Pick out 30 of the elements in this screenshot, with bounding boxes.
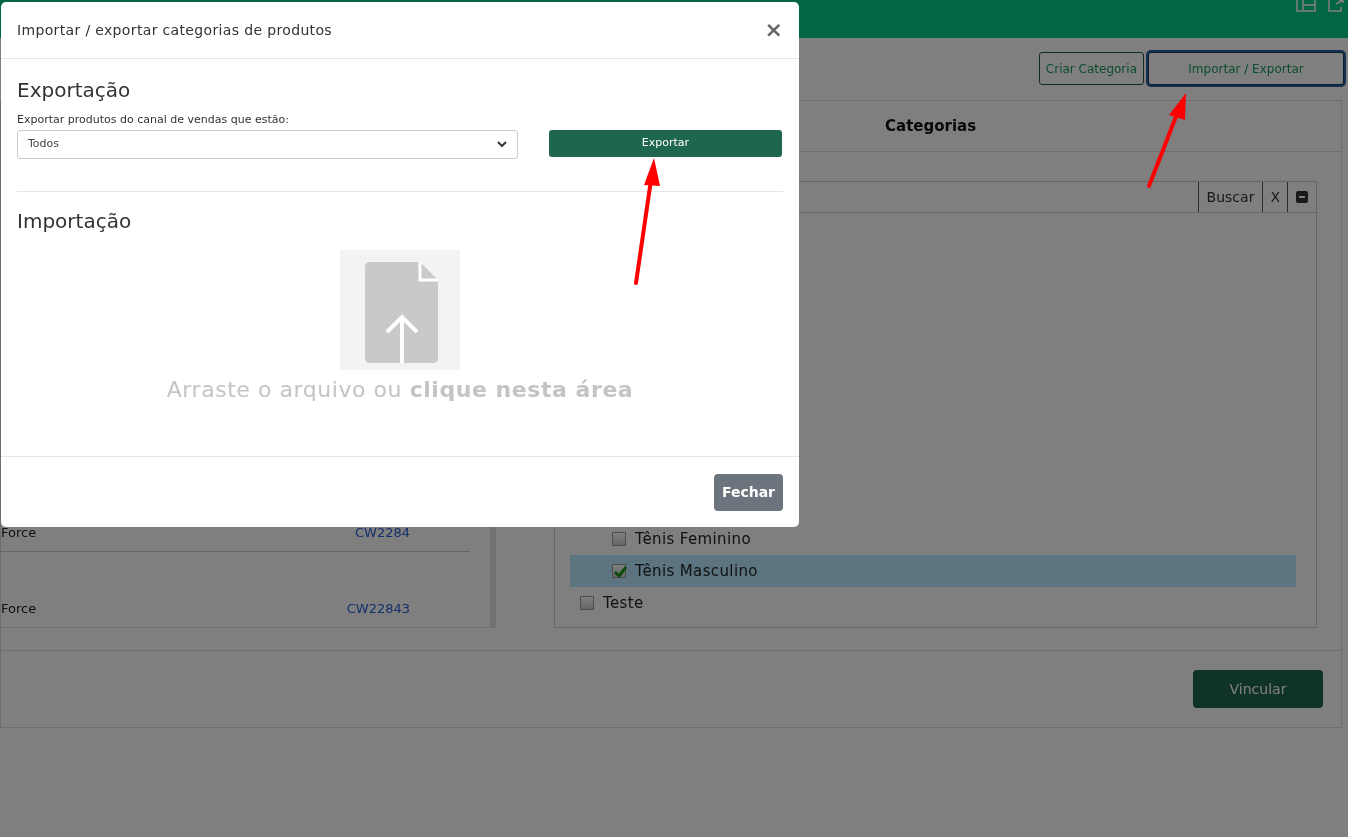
link-button[interactable]: Vincular (1193, 670, 1323, 708)
checkbox[interactable] (580, 596, 594, 610)
section-heading: Exportação (17, 77, 132, 104)
tree-item[interactable]: Tênis Masculino (570, 555, 1296, 587)
dropzone-text: Arraste o arquivo ou clique nesta área (166, 375, 634, 404)
chevron-down-icon (497, 141, 507, 147)
close-button[interactable]: × (764, 19, 783, 41)
select-label: Exportar produtos do canal de vendas que estão: (17, 112, 290, 128)
modal-title: Importar / exportar categorias de produtos (17, 20, 332, 40)
upload-file-icon (340, 249, 460, 370)
select-field[interactable]: Todos (17, 129, 518, 159)
product-name: Force (1, 599, 38, 618)
tree-item[interactable]: Tênis Feminino (570, 523, 1296, 555)
checkbox[interactable] (612, 532, 626, 546)
clear-button[interactable]: X (1262, 182, 1287, 212)
product-code-link[interactable]: CW2284 (355, 523, 410, 543)
search-button[interactable]: Buscar (1197, 182, 1263, 212)
section-heading: Importação (17, 207, 133, 235)
export-button[interactable]: Exportar (549, 129, 782, 157)
categories-title: Categorias (885, 115, 977, 137)
close-button[interactable]: Fechar (713, 473, 783, 511)
exit-icon[interactable] (1328, 0, 1344, 12)
product-name: Force (1, 524, 38, 543)
toolbar-button[interactable]: Criar Categoria (1038, 52, 1144, 85)
checkbox[interactable] (612, 564, 626, 578)
tree-item[interactable]: Teste (570, 587, 1296, 619)
minus-icon (1296, 191, 1308, 203)
product-code-link[interactable]: CW22843 (346, 598, 410, 619)
layout-icon[interactable] (1296, 0, 1316, 12)
toolbar-button[interactable]: Importar / Exportar (1148, 52, 1344, 85)
